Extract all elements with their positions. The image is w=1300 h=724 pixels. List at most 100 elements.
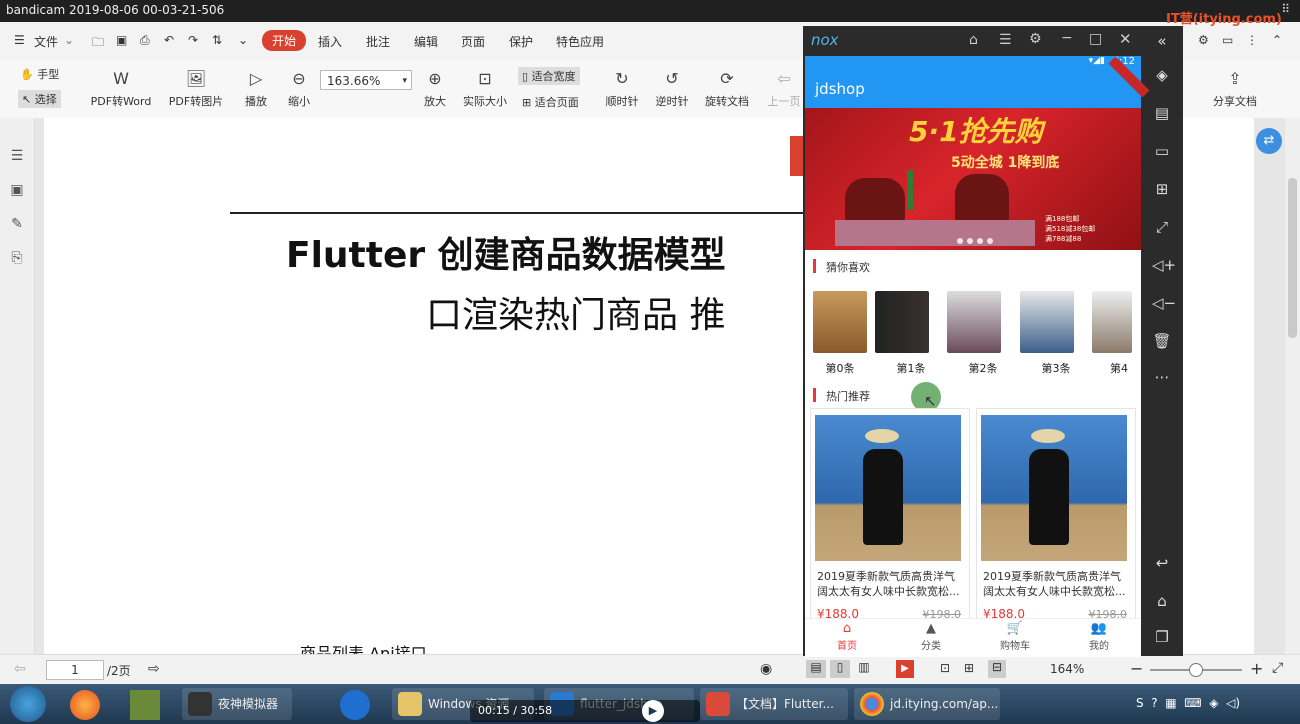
hamburger-icon[interactable]: ☰ xyxy=(14,33,25,47)
play-slideshow-icon[interactable]: ▶ xyxy=(896,660,914,678)
zoom-in-button[interactable]: ⊕ 放大 xyxy=(420,68,450,109)
product-card[interactable]: 2019夏季新款气质高贵洋气阔太太有女人味中长款宽松... ¥188.0 ¥19… xyxy=(810,408,970,621)
start-button[interactable] xyxy=(10,686,46,722)
home-icon[interactable]: ⌂ xyxy=(1152,592,1172,612)
more-icon[interactable]: ⋮ xyxy=(1246,33,1258,47)
teamviewer-icon[interactable] xyxy=(340,690,370,720)
thumb-image[interactable] xyxy=(1092,291,1132,353)
thumb-image[interactable] xyxy=(813,291,867,353)
collapse-ribbon-icon[interactable]: ⌃ xyxy=(1272,33,1282,47)
settings-icon[interactable]: ⚙ xyxy=(1198,33,1209,47)
carousel-dot[interactable] xyxy=(957,238,963,244)
fit-width-button[interactable]: ▯ 适合宽度 xyxy=(518,67,580,85)
single-page-view-icon[interactable]: ▯ xyxy=(830,660,850,678)
save-icon[interactable]: ▣ xyxy=(116,33,127,47)
screen-icon[interactable]: ▭ xyxy=(1152,142,1172,162)
delete-icon[interactable]: 🗑 xyxy=(1152,332,1172,352)
zoom-slider-handle[interactable] xyxy=(1189,663,1203,677)
scrollbar-thumb[interactable] xyxy=(1288,178,1297,338)
menu-protect[interactable]: 保护 xyxy=(509,33,533,50)
print-icon[interactable]: ⎙ xyxy=(140,33,150,48)
volume-up-icon[interactable]: ◁+ xyxy=(1152,256,1176,276)
quick-access-dropdown-icon[interactable]: ⌄ xyxy=(238,33,248,47)
annotation-icon[interactable]: ✎ xyxy=(8,216,26,234)
shield-icon[interactable]: ◈ xyxy=(1209,696,1218,710)
ime-icon[interactable]: S xyxy=(1136,696,1144,710)
vertical-scrollbar[interactable] xyxy=(1285,118,1300,654)
menu-file[interactable]: 文件 xyxy=(34,33,58,50)
product-card[interactable]: 2019夏季新款气质高贵洋气阔太太有女人味中长款宽松... ¥188.0 ¥19… xyxy=(976,408,1136,621)
undo-icon[interactable]: ↶ xyxy=(164,33,174,47)
network-icon[interactable]: ▦ xyxy=(1165,696,1176,710)
shake-icon[interactable]: ◈ xyxy=(1152,66,1172,86)
pdf-to-image-button[interactable]: 🖼 PDF转图片 xyxy=(166,68,226,109)
volume-icon[interactable]: ◁) xyxy=(1226,696,1240,710)
menu-comment[interactable]: 批注 xyxy=(366,33,390,50)
thumb-image[interactable] xyxy=(947,291,1001,353)
keyboard-icon[interactable]: ▤ xyxy=(1152,104,1172,124)
fullscreen-icon[interactable]: ⤢ xyxy=(1152,218,1172,238)
fit-page-button[interactable]: ⊞ 适合页面 xyxy=(522,94,579,110)
menu-features[interactable]: 特色应用 xyxy=(556,33,604,50)
recent-apps-icon[interactable]: ❐ xyxy=(1152,628,1172,648)
arrow-left-icon[interactable]: ⇦ xyxy=(14,661,26,677)
signature-icon[interactable]: ⎘ xyxy=(8,250,26,268)
back-icon[interactable]: ↩ xyxy=(1152,554,1172,574)
volume-down-icon[interactable]: ◁− xyxy=(1152,294,1176,314)
arrow-right-icon[interactable]: ⇨ xyxy=(148,661,160,677)
firefox-icon[interactable] xyxy=(70,690,100,720)
zoom-out-button[interactable]: ⊖ 缩小 xyxy=(284,68,314,109)
carousel-dot[interactable] xyxy=(977,238,983,244)
carousel-dot[interactable] xyxy=(987,238,993,244)
rotate-counterclockwise-button[interactable]: ↺ 逆时针 xyxy=(652,68,692,109)
two-page-view-icon[interactable]: ▤ xyxy=(806,660,826,678)
book-view-icon[interactable]: ▥ xyxy=(854,660,874,678)
settings-icon[interactable]: ⚙ xyxy=(1029,31,1042,47)
page-number-input[interactable]: 1 xyxy=(46,660,104,680)
more-icon[interactable]: ⋯ xyxy=(1152,368,1172,388)
redo-icon[interactable]: ↷ xyxy=(188,33,198,47)
play-icon[interactable]: ▶ xyxy=(642,700,664,722)
open-folder-icon[interactable]: 🗀 xyxy=(92,33,104,54)
rotate-document-button[interactable]: ⟳ 旋转文档 xyxy=(702,68,752,109)
keyboard-icon[interactable]: ⌨ xyxy=(1184,696,1201,710)
minimize-icon[interactable]: − xyxy=(1061,30,1073,46)
menu-page[interactable]: 页面 xyxy=(461,33,485,50)
select-tool-button[interactable]: ↖ 选择 xyxy=(18,90,61,108)
zoom-minus-icon[interactable]: − xyxy=(1130,659,1143,678)
close-icon[interactable]: ✕ xyxy=(1119,30,1132,48)
zoom-plus-icon[interactable]: + xyxy=(1250,659,1263,678)
home-outline-icon[interactable]: ⌂ xyxy=(969,32,978,48)
feedback-icon[interactable]: ▭ xyxy=(1222,33,1233,47)
taskbar-app-nox[interactable]: 夜神模拟器 xyxy=(182,688,292,720)
image-panel-icon[interactable]: ▣ xyxy=(8,182,26,200)
float-convert-icon[interactable]: ⇄ xyxy=(1256,128,1282,154)
menu-edit[interactable]: 编辑 xyxy=(414,33,438,50)
maximize-icon[interactable]: □ xyxy=(1089,31,1102,47)
actual-size-status-icon[interactable]: ⊡ xyxy=(940,661,950,675)
nav-cart[interactable]: 🛒 购物车 xyxy=(973,621,1057,652)
nav-profile[interactable]: 👥 我的 xyxy=(1057,621,1141,652)
add-app-icon[interactable]: ⊞ xyxy=(1152,180,1172,200)
pdf-to-word-button[interactable]: W PDF转Word xyxy=(88,68,154,109)
menu-start[interactable]: 开始 xyxy=(262,30,307,51)
menu-insert[interactable]: 插入 xyxy=(318,33,342,50)
chevron-down-icon[interactable]: ⌄ xyxy=(64,33,74,47)
promo-banner[interactable]: 5·1抢先购 5动全城 1降到底 满188包邮 满518减38包邮 满788减8… xyxy=(805,108,1141,250)
fullscreen-icon[interactable]: ⤢ xyxy=(1272,660,1283,676)
menu-icon[interactable]: ☰ xyxy=(999,32,1012,48)
hand-tool-button[interactable]: ✋ 手型 xyxy=(20,66,59,82)
carousel-dot[interactable] xyxy=(967,238,973,244)
eye-icon[interactable]: ◉ xyxy=(760,661,772,677)
help-icon[interactable]: ? xyxy=(1151,696,1157,710)
rotate-clockwise-button[interactable]: ↻ 顺时针 xyxy=(602,68,642,109)
taskbar-app-chrome[interactable]: jd.itying.com/ap... xyxy=(854,688,1000,720)
thumbnails-icon[interactable]: ☰ xyxy=(8,148,26,166)
zoom-select[interactable]: 163.66% ▾ xyxy=(320,70,412,90)
play-button[interactable]: ▷ 播放 xyxy=(240,68,272,109)
share-document-button[interactable]: ⇪ 分享文档 xyxy=(1208,68,1262,109)
app-icon[interactable] xyxy=(130,690,160,720)
fit-width-status-icon[interactable]: ⊟ xyxy=(988,660,1006,678)
convert-icon[interactable]: ⇅ xyxy=(212,33,222,47)
previous-page-button[interactable]: ⇦ 上一页 xyxy=(766,68,802,109)
